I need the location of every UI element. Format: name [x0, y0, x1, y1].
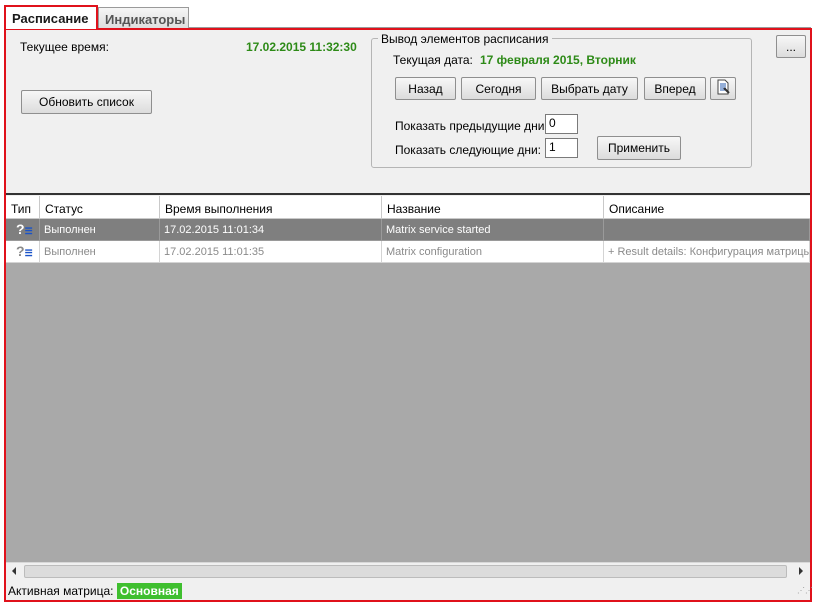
scroll-left-icon[interactable]: [6, 563, 23, 580]
document-icon: [715, 79, 731, 98]
row-description: [604, 219, 810, 241]
column-header-time[interactable]: Время выполнения: [160, 196, 382, 218]
today-button[interactable]: Сегодня: [461, 77, 536, 100]
current-date-label: Текущая дата:: [393, 53, 473, 67]
row-status: Выполнен: [40, 219, 160, 241]
status-bar: Активная матрица: Основная: [8, 583, 182, 599]
resize-grip-icon[interactable]: ⋰⋰: [797, 587, 813, 598]
horizontal-scrollbar[interactable]: [6, 562, 810, 580]
tab-schedule[interactable]: Расписание: [4, 5, 98, 29]
more-options-button[interactable]: ...: [776, 35, 806, 58]
grid-header: Тип Статус Время выполнения Название Опи…: [6, 196, 810, 219]
scroll-right-icon[interactable]: [792, 563, 809, 580]
row-status: Выполнен: [40, 241, 160, 263]
question-list-icon: ?☰: [6, 241, 40, 263]
tab-indicators-label: Индикаторы: [105, 12, 186, 27]
row-time: 17.02.2015 11:01:35: [160, 241, 382, 263]
back-button[interactable]: Назад: [395, 77, 456, 100]
active-matrix-badge: Основная: [116, 583, 182, 599]
row-description: + Result details: Конфигурация матрицы: [604, 241, 810, 263]
current-time-label: Текущее время:: [20, 40, 109, 54]
refresh-list-button[interactable]: Обновить список: [21, 90, 152, 114]
current-time-value: 17.02.2015 11:32:30: [246, 40, 357, 54]
column-header-type[interactable]: Тип: [6, 196, 40, 218]
prev-days-label: Показать предыдущие дни:: [395, 119, 548, 133]
apply-button[interactable]: Применить: [597, 136, 681, 160]
column-header-description[interactable]: Описание: [604, 196, 810, 218]
prev-days-input[interactable]: 0: [545, 114, 578, 134]
next-days-label: Показать следующие дни:: [395, 143, 542, 157]
export-button[interactable]: [710, 77, 736, 100]
schedule-grid[interactable]: Тип Статус Время выполнения Название Опи…: [6, 196, 810, 562]
row-name: Matrix service started: [382, 219, 604, 241]
scroll-thumb[interactable]: [24, 565, 787, 578]
pick-date-button[interactable]: Выбрать дату: [541, 77, 638, 100]
table-row[interactable]: ?☰ Выполнен 17.02.2015 11:01:34 Matrix s…: [6, 219, 810, 241]
forward-button[interactable]: Вперед: [644, 77, 706, 100]
active-matrix-label: Активная матрица:: [8, 584, 114, 598]
question-list-icon: ?☰: [6, 219, 40, 241]
row-time: 17.02.2015 11:01:34: [160, 219, 382, 241]
tab-schedule-label: Расписание: [12, 11, 89, 26]
column-header-status[interactable]: Статус: [40, 196, 160, 218]
column-header-name[interactable]: Название: [382, 196, 604, 218]
next-days-input[interactable]: 1: [545, 138, 578, 158]
current-date-value: 17 февраля 2015, Вторник: [480, 53, 636, 67]
row-name: Matrix configuration: [382, 241, 604, 263]
table-row[interactable]: ?☰ Выполнен 17.02.2015 11:01:35 Matrix c…: [6, 241, 810, 263]
tab-indicators[interactable]: Индикаторы: [98, 7, 189, 28]
schedule-output-legend: Вывод элементов расписания: [378, 32, 552, 46]
grid-top-border: [6, 193, 810, 195]
